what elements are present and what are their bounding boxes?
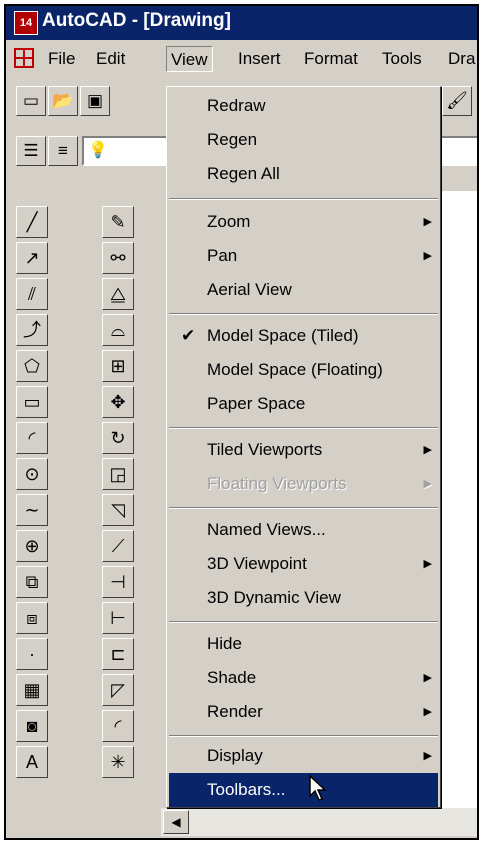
- menu-item-tiled-viewports[interactable]: Tiled Viewports ▶: [169, 433, 438, 467]
- submenu-arrow-icon: ▶: [423, 558, 432, 570]
- trim-icon[interactable]: ⊣: [102, 566, 134, 598]
- menu-separator: [169, 427, 438, 429]
- menu-edit[interactable]: Edit: [92, 46, 129, 72]
- horizontal-scrollbar[interactable]: ◀: [161, 808, 477, 836]
- menu-file[interactable]: File: [44, 46, 79, 72]
- chamfer-icon[interactable]: ◸: [102, 674, 134, 706]
- title-bar[interactable]: 14 AutoCAD - [Drawing]: [6, 6, 477, 40]
- circle-icon[interactable]: ⊙: [16, 458, 48, 490]
- save-icon[interactable]: ▣: [80, 86, 110, 116]
- menu-item-render[interactable]: Render ▶: [169, 695, 438, 729]
- menu-separator: [169, 507, 438, 509]
- menu-item-shade[interactable]: Shade ▶: [169, 661, 438, 695]
- scale-icon[interactable]: ◲: [102, 458, 134, 490]
- menu-item-pan[interactable]: Pan ▶: [169, 239, 438, 273]
- match-properties-icon[interactable]: 🖌: [442, 86, 472, 116]
- menu-separator: [169, 198, 438, 200]
- lengthen-icon[interactable]: ⟋: [102, 530, 134, 562]
- autocad-app-icon[interactable]: 14: [14, 11, 38, 35]
- menu-item-toolbars[interactable]: Toolbars...: [169, 773, 438, 807]
- hatch-icon[interactable]: ▦: [16, 674, 48, 706]
- extend-icon[interactable]: ⊢: [102, 602, 134, 634]
- menu-item-zoom[interactable]: Zoom ▶: [169, 205, 438, 239]
- submenu-arrow-icon: ▶: [423, 672, 432, 684]
- menu-item-3d-viewpoint[interactable]: 3D Viewpoint ▶: [169, 547, 438, 581]
- menu-view[interactable]: View: [166, 46, 213, 72]
- menu-item-model-space-floating[interactable]: Model Space (Floating): [169, 353, 438, 387]
- mouse-pointer-icon: [309, 774, 327, 801]
- menu-item-redraw[interactable]: Redraw: [169, 89, 438, 123]
- menu-item-hide[interactable]: Hide: [169, 627, 438, 661]
- menu-format[interactable]: Format: [300, 46, 362, 72]
- polyline-icon[interactable]: ⤴: [16, 314, 48, 346]
- lightbulb-icon: 💡: [88, 142, 108, 159]
- copy-icon[interactable]: ⚯: [102, 242, 134, 274]
- checkmark-icon: ✔: [181, 326, 196, 345]
- menu-separator: [169, 313, 438, 315]
- menu-item-regen-all[interactable]: Regen All: [169, 157, 438, 191]
- move-icon[interactable]: ✥: [102, 386, 134, 418]
- menu-item-named-views[interactable]: Named Views...: [169, 513, 438, 547]
- submenu-arrow-icon: ▶: [423, 478, 432, 490]
- view-menu-dropdown: Redraw Regen Regen All Zoom ▶ Pan ▶ Aerial…: [166, 86, 441, 808]
- menu-separator: [169, 621, 438, 623]
- array-icon[interactable]: ⊞: [102, 350, 134, 382]
- window-title: AutoCAD - [Drawing]: [42, 10, 231, 31]
- layers-icon[interactable]: ☰: [16, 136, 46, 166]
- offset-icon[interactable]: ⌓: [102, 314, 134, 346]
- menu-item-model-space-tiled[interactable]: ✔ Model Space (Tiled): [169, 319, 438, 353]
- open-folder-icon[interactable]: 📂: [48, 86, 78, 116]
- submenu-arrow-icon: ▶: [423, 750, 432, 762]
- menu-item-paper-space[interactable]: Paper Space: [169, 387, 438, 421]
- submenu-arrow-icon: ▶: [423, 444, 432, 456]
- menu-separator: [169, 735, 438, 737]
- autocad-window: 14 AutoCAD - [Drawing] File Edit View In…: [4, 4, 479, 840]
- new-file-icon[interactable]: ▭: [16, 86, 46, 116]
- menu-item-floating-viewports: Floating Viewports ▶: [169, 467, 438, 501]
- menu-item-regen[interactable]: Regen: [169, 123, 438, 157]
- layer-stack-icon[interactable]: ≡: [48, 136, 78, 166]
- spline-icon[interactable]: ∼: [16, 494, 48, 526]
- drawing-canvas[interactable]: [436, 191, 477, 811]
- menu-tools[interactable]: Tools: [378, 46, 426, 72]
- construction-line-icon[interactable]: ↗: [16, 242, 48, 274]
- explode-icon[interactable]: ✳: [102, 746, 134, 778]
- submenu-arrow-icon: ▶: [423, 706, 432, 718]
- ellipse-icon[interactable]: ⊕: [16, 530, 48, 562]
- point-icon[interactable]: ·: [16, 638, 48, 670]
- layer-dropdown[interactable]: 💡: [82, 136, 172, 166]
- menu-item-aerial-view[interactable]: Aerial View: [169, 273, 438, 307]
- break-icon[interactable]: ⊏: [102, 638, 134, 670]
- rectangle-icon[interactable]: ▭: [16, 386, 48, 418]
- stretch-icon[interactable]: ◹: [102, 494, 134, 526]
- text-icon[interactable]: A: [16, 746, 48, 778]
- line-icon[interactable]: ╱: [16, 206, 48, 238]
- submenu-arrow-icon: ▶: [423, 250, 432, 262]
- menu-insert[interactable]: Insert: [234, 46, 285, 72]
- scroll-left-icon[interactable]: ◀: [163, 810, 189, 834]
- fillet-icon[interactable]: ◜: [102, 710, 134, 742]
- make-block-icon[interactable]: ⧈: [16, 602, 48, 634]
- polygon-icon[interactable]: ⬠: [16, 350, 48, 382]
- menu-item-3d-dynamic-view[interactable]: 3D Dynamic View: [169, 581, 438, 615]
- mirror-icon[interactable]: ⧋: [102, 278, 134, 310]
- arc-icon[interactable]: ◜: [16, 422, 48, 454]
- multiline-icon[interactable]: ⫽: [16, 278, 48, 310]
- document-icon[interactable]: [14, 48, 34, 68]
- region-icon[interactable]: ◙: [16, 710, 48, 742]
- rotate-icon[interactable]: ↻: [102, 422, 134, 454]
- menu-bar: File Edit View Insert Format Tools Dra: [6, 42, 477, 76]
- menu-draw[interactable]: Dra: [444, 46, 477, 72]
- insert-block-icon[interactable]: ⧉: [16, 566, 48, 598]
- erase-icon[interactable]: ✎: [102, 206, 134, 238]
- menu-item-display[interactable]: Display ▶: [169, 739, 438, 773]
- linetype-dropdown[interactable]: [436, 136, 477, 166]
- submenu-arrow-icon: ▶: [423, 216, 432, 228]
